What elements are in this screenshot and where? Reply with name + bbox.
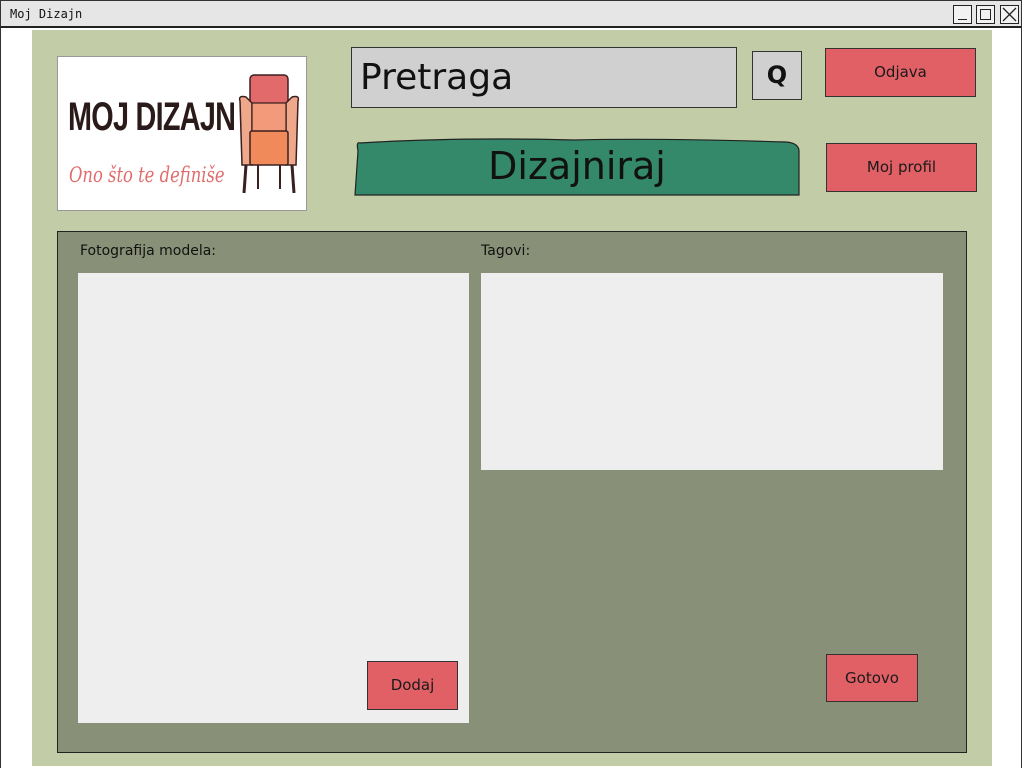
design-button-label: Dizajniraj xyxy=(488,144,666,188)
logo-title: MOJ DIZAJN xyxy=(68,95,236,139)
my-profile-button[interactable]: Moj profil xyxy=(826,143,977,192)
window-title: Moj Dizajn xyxy=(10,7,83,21)
close-icon[interactable] xyxy=(1000,5,1019,24)
tags-label: Tagovi: xyxy=(481,243,531,259)
add-photo-button[interactable]: Dodaj xyxy=(367,661,458,710)
logout-button[interactable]: Odjava xyxy=(825,48,976,97)
search-input[interactable] xyxy=(351,47,737,108)
minimize-icon[interactable] xyxy=(953,5,972,24)
design-button[interactable]: Dizajniraj xyxy=(354,137,800,196)
tags-input[interactable] xyxy=(481,273,943,470)
photo-label: Fotografija modela: xyxy=(80,243,217,259)
window-titlebar: Moj Dizajn xyxy=(0,0,1022,28)
logo-tagline: Ono što te definiše xyxy=(69,163,225,187)
app-logo: MOJ DIZAJN Ono što te definiše xyxy=(57,56,307,211)
done-button[interactable]: Gotovo xyxy=(826,654,918,702)
armchair-icon xyxy=(238,74,300,194)
model-photo-dropzone[interactable] xyxy=(78,273,469,723)
search-button[interactable]: Q xyxy=(752,51,802,100)
maximize-icon[interactable] xyxy=(976,5,995,24)
